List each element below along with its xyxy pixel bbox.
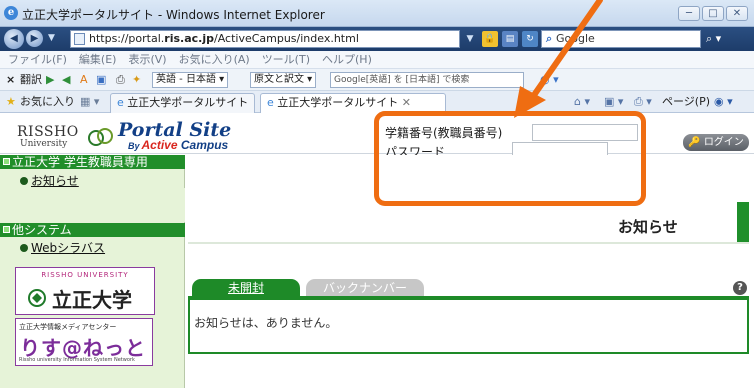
menu-edit[interactable]: 編集(E) (79, 51, 117, 68)
logo-university: University (20, 139, 68, 149)
menu-file[interactable]: ファイル(F) (8, 51, 67, 68)
maximize-button[interactable]: □ (702, 6, 724, 21)
sidebar-item-web-syllabus-label: Webシラバス (31, 241, 106, 255)
page-menu[interactable]: ページ(P) (662, 91, 710, 113)
empty-notice-message: お知らせは、ありません。 (194, 316, 338, 330)
title-accent-bar (737, 202, 749, 243)
address-field[interactable]: https://portal.ris.ac.jp/ActiveCampus/in… (70, 30, 460, 48)
tab-portal-1[interactable]: e 立正大学ポータルサイト (110, 93, 256, 113)
toolbar-close-button[interactable]: × (6, 69, 15, 91)
tab-ie-icon: e (267, 96, 278, 109)
display-mode-select[interactable]: 原文と訳文 ▾ (250, 72, 317, 88)
section-marker-icon (3, 226, 10, 233)
university-crest-icon (28, 289, 46, 307)
menu-bar: ファイル(F) 編集(E) 表示(V) お気に入り(A) ツール(T) ヘルプ(… (0, 51, 754, 69)
compat-view-icon[interactable]: ▤ (502, 31, 518, 47)
login-callout-box (374, 111, 646, 206)
media-center-banner[interactable]: 立正大学情報メディアセンター りす@ねっと Rissho university … (15, 318, 153, 366)
sidebar-item-notices[interactable]: お知らせ (20, 172, 79, 189)
display-mode-value: 原文と訳文 (254, 74, 304, 85)
logo-by: By (128, 141, 140, 151)
search-go-icon[interactable]: ⌕ ▾ (706, 31, 746, 47)
minimize-button[interactable]: ─ (678, 6, 700, 21)
language-pair-select[interactable]: 英語 - 日本語 ▾ (152, 72, 229, 88)
translate-back-icon[interactable]: ◀ (62, 69, 70, 91)
address-prefix: https://portal. (89, 32, 165, 45)
window-title: 立正大学ポータルサイト - Windows Internet Explorer (22, 8, 325, 22)
banner-rissho-top: RISSHO UNIVERSITY (41, 271, 129, 279)
address-toolbar: ◀ ▶ ▼ https://portal.ris.ac.jp/ActiveCam… (0, 27, 754, 51)
refresh-icon[interactable]: ↻ (522, 31, 538, 47)
logo-campus: Campus (180, 138, 229, 152)
menu-tools[interactable]: ツール(T) (262, 51, 310, 68)
menu-favorites[interactable]: お気に入り(A) (179, 51, 250, 68)
forward-arrow-icon[interactable]: ▶ (26, 30, 43, 47)
translate-settings-icon[interactable]: ✦ (132, 69, 141, 91)
translate-doc-icon[interactable]: ⎙ (116, 69, 125, 91)
translate-play-icon[interactable]: ▶ (46, 69, 54, 91)
tab-close-icon[interactable]: ✕ (398, 96, 411, 109)
bullet-icon (20, 177, 28, 185)
sidebar-section-students-title: 立正大学 学生教職員専用 (12, 155, 148, 169)
ie-logo-icon: e (4, 6, 18, 20)
login-button[interactable]: 🔑 ログイン (683, 134, 749, 151)
favorites-star-icon[interactable]: ★ (6, 91, 16, 113)
back-arrow-icon[interactable]: ◀ (4, 29, 24, 49)
window-controls: ─ □ ✕ (678, 6, 748, 21)
translate-page-icon[interactable]: ▣ (96, 69, 106, 91)
menu-help[interactable]: ヘルプ(H) (322, 51, 372, 68)
language-pair-value: 英語 - 日本語 (156, 74, 216, 85)
sidebar-spacer (0, 188, 185, 222)
sidebar-item-web-syllabus[interactable]: Webシラバス (20, 239, 105, 256)
logo-rissho: RISSHO (17, 124, 79, 140)
safety-icon[interactable]: ◉ ▾ (714, 91, 733, 113)
print-icon[interactable]: ⎙ ▾ (634, 91, 652, 113)
toolbar-search-icon[interactable]: ◐ ▾ (540, 69, 559, 91)
sidebar-item-notices-label: お知らせ (31, 174, 79, 188)
login-button-label: ログイン (703, 137, 744, 148)
home-icon[interactable]: ⌂ ▾ (574, 91, 590, 113)
logo-by-active-campus: By Active Campus (128, 138, 228, 152)
tab-portal-1-label: 立正大学ポータルサイト (127, 96, 249, 109)
rissho-university-banner[interactable]: RISSHO UNIVERSITY 立正大学 (15, 267, 155, 315)
translate-search-input[interactable]: Google[英語] を [日本語] で検索 (330, 72, 524, 88)
banner-media-foot: Rissho university Information System Net… (19, 357, 135, 363)
translate-label[interactable]: 翻訳 (20, 69, 42, 91)
address-domain: ris.ac.jp (164, 32, 214, 45)
help-icon[interactable]: ? (733, 281, 747, 295)
favorites-bar: ★ お気に入り ▦ ▾ e 立正大学ポータルサイト e 立正大学ポータルサイト … (0, 91, 754, 113)
browser-search-input[interactable]: ⌕ Google (541, 30, 701, 48)
notice-panel: お知らせは、ありません。 (188, 300, 749, 354)
close-window-button[interactable]: ✕ (726, 6, 748, 21)
sidebar-section-students: 立正大学 学生教職員専用 (0, 155, 185, 169)
feeds-icon[interactable]: ▣ ▾ (604, 91, 623, 113)
sidebar-section-other-systems: 他システム (0, 223, 185, 237)
history-dropdown-icon[interactable]: ▼ (48, 33, 55, 43)
tab-ie-icon: e (117, 96, 128, 109)
favorites-button[interactable]: お気に入り (20, 91, 75, 113)
tab-portal-2-label: 立正大学ポータルサイト (277, 96, 399, 109)
address-dropdown-icon[interactable]: ▼ (462, 31, 478, 47)
browser-titlebar: e 立正大学ポータルサイト - Windows Internet Explore… (0, 0, 754, 27)
section-marker-icon (3, 158, 10, 165)
search-magnifier-icon: ⌕ (546, 32, 556, 45)
search-provider-label: Google (556, 32, 595, 45)
quick-tabs-icon[interactable]: ▦ ▾ (80, 91, 99, 113)
logo-active: Active (141, 138, 178, 152)
tab-portal-2[interactable]: e 立正大学ポータルサイト ✕ (260, 93, 446, 113)
address-path: /ActiveCampus/index.html (213, 32, 359, 45)
banner-media-top: 立正大学情報メディアセンター (19, 323, 117, 331)
bullet-icon (20, 244, 28, 252)
page-favicon-icon (74, 33, 85, 45)
translate-toolbar: × 翻訳 ▶ ◀ A ▣ ⎙ ✦ 英語 - 日本語 ▾ 原文と訳文 ▾ Goog… (0, 69, 754, 91)
portal-logo-icon (88, 128, 113, 146)
title-divider (188, 242, 749, 244)
lock-icon[interactable]: 🔒 (482, 31, 498, 47)
translate-a-icon[interactable]: A (80, 69, 88, 91)
page-title: お知らせ (618, 218, 678, 236)
sidebar-section-other-systems-title: 他システム (12, 223, 72, 237)
banner-rissho-name: 立正大学 (52, 288, 132, 312)
login-key-icon: 🔑 (688, 137, 704, 148)
menu-view[interactable]: 表示(V) (128, 51, 166, 68)
